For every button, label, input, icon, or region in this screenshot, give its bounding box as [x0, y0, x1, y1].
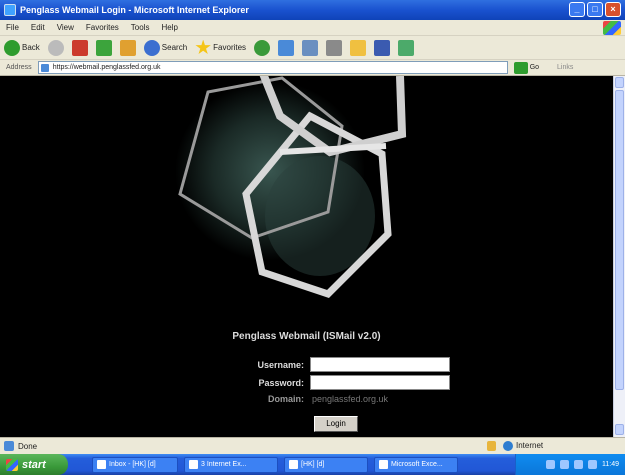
scroll-thumb[interactable] [615, 90, 624, 390]
stop-icon [71, 39, 88, 56]
forward-arrow-icon [47, 39, 64, 56]
taskbar-item-mail[interactable]: Inbox - [HK] [d] [92, 456, 178, 473]
vertical-scrollbar[interactable] [613, 76, 625, 437]
history-icon [278, 39, 295, 56]
mail-app-icon [97, 460, 106, 469]
domain-label: Domain: [268, 394, 304, 404]
clock[interactable]: 11:49 [602, 461, 619, 468]
ie-app-icon [189, 460, 198, 469]
menu-tools[interactable]: Tools [131, 23, 150, 32]
star-icon [195, 39, 211, 55]
task-label-excel: Microsoft Exce... [391, 461, 443, 468]
scroll-down-icon[interactable] [615, 424, 624, 435]
windows-flag-icon [6, 458, 18, 471]
messenger-button[interactable] [374, 39, 391, 56]
refresh-icon [95, 39, 112, 56]
maximize-button[interactable]: □ [587, 2, 603, 17]
history-button[interactable] [278, 39, 295, 56]
folder-button[interactable] [350, 39, 367, 56]
media-icon [254, 39, 271, 56]
menu-view[interactable]: View [57, 23, 74, 32]
window-title: Penglass Webmail Login - Microsoft Inter… [20, 5, 249, 15]
task-label-mail: Inbox - [HK] [d] [109, 461, 156, 468]
home-icon [119, 39, 136, 56]
favorites-button[interactable]: Favorites [195, 39, 247, 56]
scroll-up-icon[interactable] [615, 77, 624, 88]
username-label: Username: [257, 359, 304, 370]
password-label: Password: [258, 377, 304, 388]
mail-button[interactable] [302, 39, 319, 56]
ie-icon [4, 4, 16, 16]
network-icon [398, 39, 415, 56]
page-done-icon [4, 441, 14, 451]
menu-bar: File Edit View Favorites Tools Help [0, 20, 625, 36]
favorites-label: Favorites [213, 43, 247, 52]
taskbar-item-excel[interactable]: Microsoft Exce... [374, 456, 458, 473]
address-input[interactable]: https://webmail.penglassfed.org.uk [37, 61, 508, 74]
taskbar: start Inbox - [HK] [d] 3 Internet Ex... … [0, 454, 625, 475]
app-icon [289, 460, 298, 469]
media-button[interactable] [254, 39, 271, 56]
home-button[interactable] [119, 39, 136, 56]
search-label: Search [161, 43, 188, 52]
password-input[interactable] [310, 375, 450, 390]
go-button[interactable]: Go [530, 64, 539, 71]
printer-icon [326, 39, 343, 56]
links-button[interactable]: Links [557, 64, 573, 71]
username-row: Username: [200, 357, 450, 372]
security-zone: Internet [516, 441, 544, 450]
window-titlebar[interactable]: Penglass Webmail Login - Microsoft Inter… [0, 0, 625, 20]
messenger-icon [374, 39, 391, 56]
tray-network-icon[interactable] [546, 460, 555, 469]
lock-icon [487, 441, 496, 451]
menu-edit[interactable]: Edit [31, 23, 45, 32]
status-bar: Done Internet [0, 437, 625, 454]
globe-icon [503, 441, 513, 451]
menu-file[interactable]: File [6, 23, 19, 32]
hexagon-logo-image [175, 76, 407, 299]
taskbar-item-app[interactable]: [HK] [d] [284, 456, 368, 473]
task-label-ie: 3 Internet Ex... [201, 461, 247, 468]
taskbar-item-ie[interactable]: 3 Internet Ex... [184, 456, 278, 473]
address-bar: Address https://webmail.penglassfed.org.… [0, 60, 625, 76]
close-button[interactable]: × [605, 2, 621, 17]
tray-messenger-icon[interactable] [588, 460, 597, 469]
excel-app-icon [379, 460, 388, 469]
back-label: Back [22, 43, 40, 52]
address-label: Address [6, 64, 32, 71]
tray-security-icon[interactable] [574, 460, 583, 469]
menu-favorites[interactable]: Favorites [86, 23, 119, 32]
minimize-button[interactable]: _ [569, 2, 585, 17]
login-button[interactable]: Login [314, 416, 358, 432]
task-label-app: [HK] [d] [301, 461, 325, 468]
print-button[interactable] [326, 39, 343, 56]
username-input[interactable] [310, 357, 450, 372]
password-row: Password: [200, 375, 450, 390]
back-button[interactable]: Back [4, 39, 40, 56]
menu-help[interactable]: Help [161, 23, 177, 32]
network-button[interactable] [398, 39, 415, 56]
forward-button[interactable] [47, 39, 64, 56]
search-icon [143, 39, 160, 56]
start-label: start [22, 458, 46, 471]
page-heading: Penglass Webmail (ISMail v2.0) [232, 331, 381, 342]
search-button[interactable]: Search [143, 39, 188, 56]
refresh-button[interactable] [95, 39, 112, 56]
mail-icon [302, 39, 319, 56]
standard-toolbar: Back Search Favorites [0, 36, 625, 60]
back-arrow-icon [4, 39, 20, 56]
stop-button[interactable] [71, 39, 88, 56]
status-text: Done [18, 441, 38, 451]
tray-volume-icon[interactable] [560, 460, 569, 469]
go-arrow-icon[interactable] [513, 61, 528, 74]
domain-value: penglassfed.org.uk [312, 394, 389, 404]
system-tray: 11:49 [515, 454, 625, 475]
folder-icon [350, 39, 367, 56]
domain-row: Domain: penglassfed.org.uk [200, 394, 388, 404]
windows-logo-icon [603, 21, 621, 35]
start-button[interactable]: start [0, 454, 68, 475]
page-content: Penglass Webmail (ISMail v2.0) Username:… [0, 76, 613, 437]
